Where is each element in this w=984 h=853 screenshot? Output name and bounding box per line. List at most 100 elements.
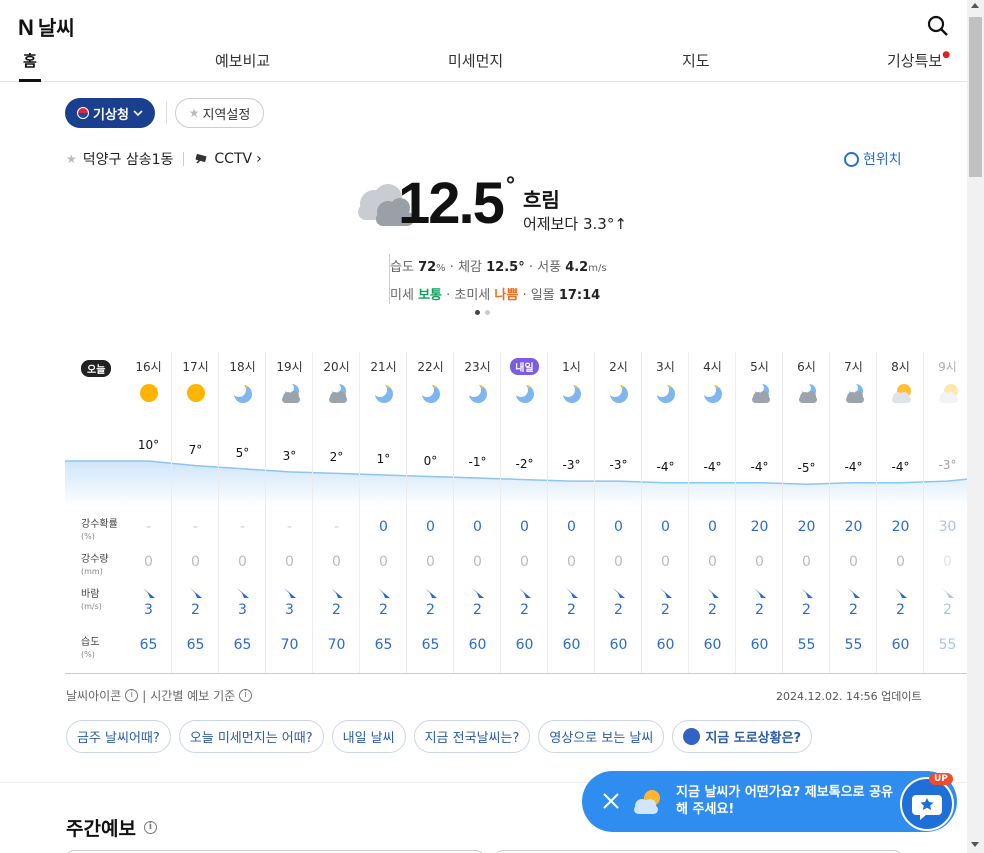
sun-cloud-icon bbox=[634, 790, 660, 814]
favorite-star-icon[interactable]: ★ bbox=[66, 152, 77, 166]
precip-prob-value: 20 bbox=[750, 519, 769, 535]
hour-label: 2시 bbox=[609, 360, 628, 374]
precip-amt-value: 0 bbox=[943, 554, 952, 570]
compare-yesterday: 어제보다 3.3°↑ bbox=[523, 215, 627, 233]
moon-cloud-icon bbox=[799, 383, 817, 403]
current-temperature: 12.5 bbox=[398, 171, 505, 236]
location-row: ★ 덕양구 삼송1동 CCTV › bbox=[66, 149, 262, 169]
hour-column: 6시 -5° 20 0 2 55 bbox=[783, 352, 830, 674]
temperature-value: -4° bbox=[844, 459, 863, 474]
info-icon[interactable]: i bbox=[143, 821, 157, 834]
hourly-forecast[interactable]: 오늘 강수확률 (%) 강수량 (mm) 바람 (m/s) 습도 (%) 16시 10° -… bbox=[65, 352, 967, 674]
precip-amt-value: 0 bbox=[379, 554, 388, 570]
wind-speed-value: 2 bbox=[661, 602, 670, 618]
chip-national[interactable]: 지금 전국날씨는? bbox=[413, 720, 531, 753]
temperature-value: -4° bbox=[656, 459, 675, 474]
precip-amt-value: 0 bbox=[567, 554, 576, 570]
tab-weather-warning-label: 기상특보 bbox=[887, 52, 943, 70]
pm25-status: 나쁨 bbox=[494, 288, 519, 303]
wind-speed-value: 2 bbox=[802, 602, 811, 618]
tab-weather-warning[interactable]: 기상특보● bbox=[887, 50, 950, 71]
tab-fine-dust[interactable]: 미세먼지 bbox=[448, 50, 503, 71]
moon-icon bbox=[373, 383, 393, 403]
location-name: 덕양구 삼송1동 bbox=[82, 152, 174, 168]
humidity-value: 72 bbox=[418, 260, 437, 275]
wind-speed-value: 2 bbox=[332, 602, 341, 618]
moon-icon bbox=[608, 383, 628, 403]
tab-forecast-compare[interactable]: 예보비교 bbox=[215, 50, 270, 71]
temperature-value: -4° bbox=[703, 459, 722, 474]
tab-home[interactable]: 홈 bbox=[23, 50, 37, 71]
temperature-value: -3° bbox=[609, 458, 628, 473]
sun-cloud-icon bbox=[939, 384, 958, 403]
precip-prob-value: - bbox=[333, 519, 340, 535]
precip-amt-value: 0 bbox=[755, 554, 764, 570]
hour-label: 내일 bbox=[501, 358, 548, 375]
source-select-button[interactable]: 기상청 bbox=[65, 98, 155, 128]
cctv-link[interactable]: CCTV › bbox=[194, 151, 262, 167]
hour-column: 22시 0° 0 0 2 65 bbox=[407, 352, 454, 674]
hour-column: 2시 -3° 0 0 2 60 bbox=[595, 352, 642, 674]
precip-amt-label: 강수량 (mm) bbox=[81, 554, 109, 578]
wind-direction-arrow-icon bbox=[472, 588, 484, 598]
page-scrollbar[interactable] bbox=[967, 0, 984, 853]
chip-weekly-weather[interactable]: 금주 날씨어때? bbox=[66, 720, 171, 753]
search-icon[interactable] bbox=[926, 14, 950, 38]
new-dot-icon: ● bbox=[942, 50, 951, 60]
feels-like-label: 체감 bbox=[458, 260, 482, 275]
star-icon: ★ bbox=[188, 106, 200, 120]
humidity-value: 65 bbox=[186, 637, 205, 653]
precip-prob-value: 0 bbox=[473, 519, 482, 535]
info-icon[interactable]: i bbox=[125, 689, 139, 702]
temperature-value: -3° bbox=[938, 458, 957, 473]
details-row-2: 미세 보통 · 초미세 나쁨 · 일몰 17:14 bbox=[390, 288, 601, 303]
scrollbar-thumb[interactable] bbox=[969, 17, 982, 177]
chevron-down-icon bbox=[133, 110, 143, 117]
scroll-up-arrow-icon[interactable] bbox=[971, 3, 979, 8]
wind-speed-value: 3 bbox=[238, 602, 247, 618]
current-location-button[interactable]: 현위치 bbox=[844, 149, 902, 169]
chip-tomorrow[interactable]: 내일 날씨 bbox=[331, 720, 406, 753]
scroll-down-arrow-icon[interactable] bbox=[971, 842, 979, 847]
hour-column: 18시 5° - 0 3 65 bbox=[219, 352, 266, 674]
chip-video[interactable]: 영상으로 보는 날씨 bbox=[538, 720, 665, 753]
humidity-value: 65 bbox=[233, 637, 252, 653]
wind-direction-arrow-icon bbox=[566, 588, 578, 598]
hour-label: 21시 bbox=[370, 360, 397, 374]
info-icon[interactable]: i bbox=[239, 689, 253, 702]
precip-prob-value: 0 bbox=[426, 519, 435, 535]
moon-icon bbox=[467, 383, 487, 403]
temperature-value: -4° bbox=[750, 459, 769, 474]
chip-road-status[interactable]: 지금 도로상황은? bbox=[672, 720, 813, 753]
naver-weather-logo[interactable]: N 날씨 bbox=[18, 12, 75, 41]
wind-direction-arrow-icon bbox=[942, 588, 954, 598]
pm10-status: 보통 bbox=[418, 288, 442, 303]
wind-speed-value: 2 bbox=[426, 602, 435, 618]
humidity-value: 55 bbox=[797, 637, 816, 653]
precip-prob-label-text: 강수확률 bbox=[81, 519, 118, 530]
hour-column: 1시 -3° 0 0 2 60 bbox=[548, 352, 595, 674]
hour-label: 1시 bbox=[562, 360, 581, 374]
pager-dot[interactable] bbox=[485, 310, 490, 315]
region-setting-button[interactable]: ★ 지역설정 bbox=[175, 98, 264, 128]
close-icon[interactable] bbox=[602, 792, 620, 810]
pager-dot-active[interactable] bbox=[475, 310, 480, 315]
wind-speed-value: 2 bbox=[191, 602, 200, 618]
kma-flag-icon bbox=[77, 107, 90, 119]
temperature-value: -4° bbox=[891, 459, 910, 474]
humidity-row-label-text: 습도 bbox=[81, 637, 100, 648]
sunset-label: 일몰 bbox=[530, 288, 555, 303]
chip-fine-dust[interactable]: 오늘 미세먼지는 어때? bbox=[178, 720, 324, 753]
sun-icon bbox=[140, 384, 158, 402]
weekly-title: 주간예보 bbox=[66, 818, 136, 840]
precip-amt-value: 0 bbox=[285, 554, 294, 570]
tab-map[interactable]: 지도 bbox=[682, 50, 710, 71]
chat-report-button[interactable] bbox=[900, 777, 954, 831]
divider bbox=[166, 102, 167, 124]
precip-prob-value: 0 bbox=[661, 519, 670, 535]
hour-label: 8시 bbox=[891, 360, 910, 374]
wind-speed-value: 3 bbox=[285, 602, 294, 618]
sunset-value: 17:14 bbox=[558, 288, 601, 303]
humidity-value: 60 bbox=[515, 637, 534, 653]
pm25-label: 초미세 bbox=[454, 288, 491, 303]
